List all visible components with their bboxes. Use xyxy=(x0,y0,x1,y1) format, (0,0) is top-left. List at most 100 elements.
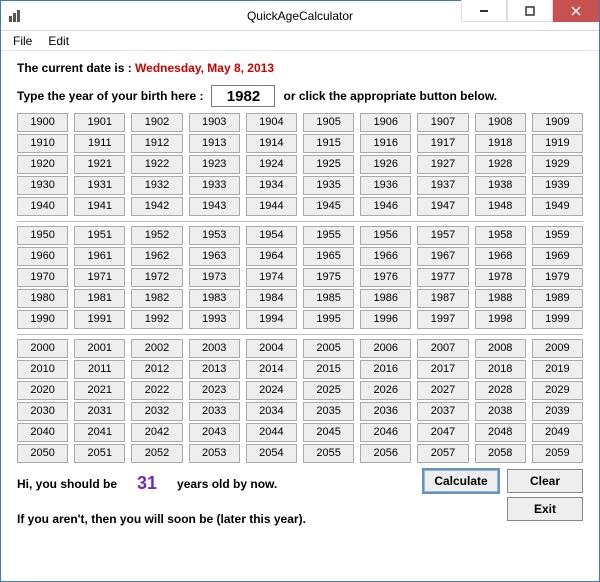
year-button-1948[interactable]: 1948 xyxy=(475,197,526,216)
year-button-2005[interactable]: 2005 xyxy=(303,339,354,358)
year-button-1995[interactable]: 1995 xyxy=(303,310,354,329)
close-button[interactable] xyxy=(553,0,599,22)
year-button-1938[interactable]: 1938 xyxy=(475,176,526,195)
year-button-1937[interactable]: 1937 xyxy=(417,176,468,195)
year-button-1984[interactable]: 1984 xyxy=(246,289,297,308)
year-button-1998[interactable]: 1998 xyxy=(475,310,526,329)
year-button-2015[interactable]: 2015 xyxy=(303,360,354,379)
year-button-2051[interactable]: 2051 xyxy=(74,444,125,463)
year-button-1993[interactable]: 1993 xyxy=(189,310,240,329)
year-button-1952[interactable]: 1952 xyxy=(131,226,182,245)
year-button-2045[interactable]: 2045 xyxy=(303,423,354,442)
year-button-1908[interactable]: 1908 xyxy=(475,113,526,132)
year-button-1988[interactable]: 1988 xyxy=(475,289,526,308)
year-button-1986[interactable]: 1986 xyxy=(360,289,411,308)
year-button-1963[interactable]: 1963 xyxy=(189,247,240,266)
year-button-2027[interactable]: 2027 xyxy=(417,381,468,400)
minimize-button[interactable] xyxy=(461,0,507,22)
year-button-2058[interactable]: 2058 xyxy=(475,444,526,463)
year-button-1903[interactable]: 1903 xyxy=(189,113,240,132)
year-button-1997[interactable]: 1997 xyxy=(417,310,468,329)
year-button-1983[interactable]: 1983 xyxy=(189,289,240,308)
year-button-1904[interactable]: 1904 xyxy=(246,113,297,132)
year-button-1987[interactable]: 1987 xyxy=(417,289,468,308)
exit-button[interactable]: Exit xyxy=(507,497,583,521)
year-button-1982[interactable]: 1982 xyxy=(131,289,182,308)
year-button-1953[interactable]: 1953 xyxy=(189,226,240,245)
year-button-1944[interactable]: 1944 xyxy=(246,197,297,216)
year-button-2006[interactable]: 2006 xyxy=(360,339,411,358)
year-button-2028[interactable]: 2028 xyxy=(475,381,526,400)
year-button-1902[interactable]: 1902 xyxy=(131,113,182,132)
year-button-2052[interactable]: 2052 xyxy=(131,444,182,463)
year-button-2054[interactable]: 2054 xyxy=(246,444,297,463)
year-button-1973[interactable]: 1973 xyxy=(189,268,240,287)
year-button-2044[interactable]: 2044 xyxy=(246,423,297,442)
year-button-1922[interactable]: 1922 xyxy=(131,155,182,174)
year-button-1915[interactable]: 1915 xyxy=(303,134,354,153)
year-button-1932[interactable]: 1932 xyxy=(131,176,182,195)
year-button-1994[interactable]: 1994 xyxy=(246,310,297,329)
year-button-1958[interactable]: 1958 xyxy=(475,226,526,245)
year-button-2020[interactable]: 2020 xyxy=(17,381,68,400)
year-button-2010[interactable]: 2010 xyxy=(17,360,68,379)
year-button-1919[interactable]: 1919 xyxy=(532,134,583,153)
year-button-2029[interactable]: 2029 xyxy=(532,381,583,400)
year-button-1943[interactable]: 1943 xyxy=(189,197,240,216)
year-button-1954[interactable]: 1954 xyxy=(246,226,297,245)
menu-edit[interactable]: Edit xyxy=(40,32,77,50)
year-button-2003[interactable]: 2003 xyxy=(189,339,240,358)
year-button-2049[interactable]: 2049 xyxy=(532,423,583,442)
year-button-1926[interactable]: 1926 xyxy=(360,155,411,174)
year-button-1917[interactable]: 1917 xyxy=(417,134,468,153)
year-button-1927[interactable]: 1927 xyxy=(417,155,468,174)
year-button-1969[interactable]: 1969 xyxy=(532,247,583,266)
year-button-2001[interactable]: 2001 xyxy=(74,339,125,358)
year-button-1936[interactable]: 1936 xyxy=(360,176,411,195)
year-button-1935[interactable]: 1935 xyxy=(303,176,354,195)
year-button-2008[interactable]: 2008 xyxy=(475,339,526,358)
year-button-2009[interactable]: 2009 xyxy=(532,339,583,358)
year-button-2016[interactable]: 2016 xyxy=(360,360,411,379)
year-button-2024[interactable]: 2024 xyxy=(246,381,297,400)
year-button-1991[interactable]: 1991 xyxy=(74,310,125,329)
year-button-2050[interactable]: 2050 xyxy=(17,444,68,463)
year-button-1990[interactable]: 1990 xyxy=(17,310,68,329)
year-button-2042[interactable]: 2042 xyxy=(131,423,182,442)
year-button-2012[interactable]: 2012 xyxy=(131,360,182,379)
year-button-1965[interactable]: 1965 xyxy=(303,247,354,266)
year-button-2035[interactable]: 2035 xyxy=(303,402,354,421)
year-button-1980[interactable]: 1980 xyxy=(17,289,68,308)
year-button-1941[interactable]: 1941 xyxy=(74,197,125,216)
year-button-1929[interactable]: 1929 xyxy=(532,155,583,174)
year-button-1967[interactable]: 1967 xyxy=(417,247,468,266)
year-button-1989[interactable]: 1989 xyxy=(532,289,583,308)
year-button-2002[interactable]: 2002 xyxy=(131,339,182,358)
year-button-1920[interactable]: 1920 xyxy=(17,155,68,174)
year-button-1928[interactable]: 1928 xyxy=(475,155,526,174)
year-button-1913[interactable]: 1913 xyxy=(189,134,240,153)
year-button-2038[interactable]: 2038 xyxy=(475,402,526,421)
year-button-1910[interactable]: 1910 xyxy=(17,134,68,153)
year-button-1981[interactable]: 1981 xyxy=(74,289,125,308)
year-button-1916[interactable]: 1916 xyxy=(360,134,411,153)
year-button-1900[interactable]: 1900 xyxy=(17,113,68,132)
year-button-2037[interactable]: 2037 xyxy=(417,402,468,421)
year-button-2059[interactable]: 2059 xyxy=(532,444,583,463)
year-button-1945[interactable]: 1945 xyxy=(303,197,354,216)
year-button-2040[interactable]: 2040 xyxy=(17,423,68,442)
year-button-2019[interactable]: 2019 xyxy=(532,360,583,379)
year-button-1985[interactable]: 1985 xyxy=(303,289,354,308)
year-button-2021[interactable]: 2021 xyxy=(74,381,125,400)
year-button-1921[interactable]: 1921 xyxy=(74,155,125,174)
year-button-1955[interactable]: 1955 xyxy=(303,226,354,245)
year-button-1964[interactable]: 1964 xyxy=(246,247,297,266)
year-button-1940[interactable]: 1940 xyxy=(17,197,68,216)
year-button-1911[interactable]: 1911 xyxy=(74,134,125,153)
year-button-2026[interactable]: 2026 xyxy=(360,381,411,400)
year-button-1956[interactable]: 1956 xyxy=(360,226,411,245)
year-button-2039[interactable]: 2039 xyxy=(532,402,583,421)
year-button-1972[interactable]: 1972 xyxy=(131,268,182,287)
year-button-1931[interactable]: 1931 xyxy=(74,176,125,195)
year-button-2017[interactable]: 2017 xyxy=(417,360,468,379)
